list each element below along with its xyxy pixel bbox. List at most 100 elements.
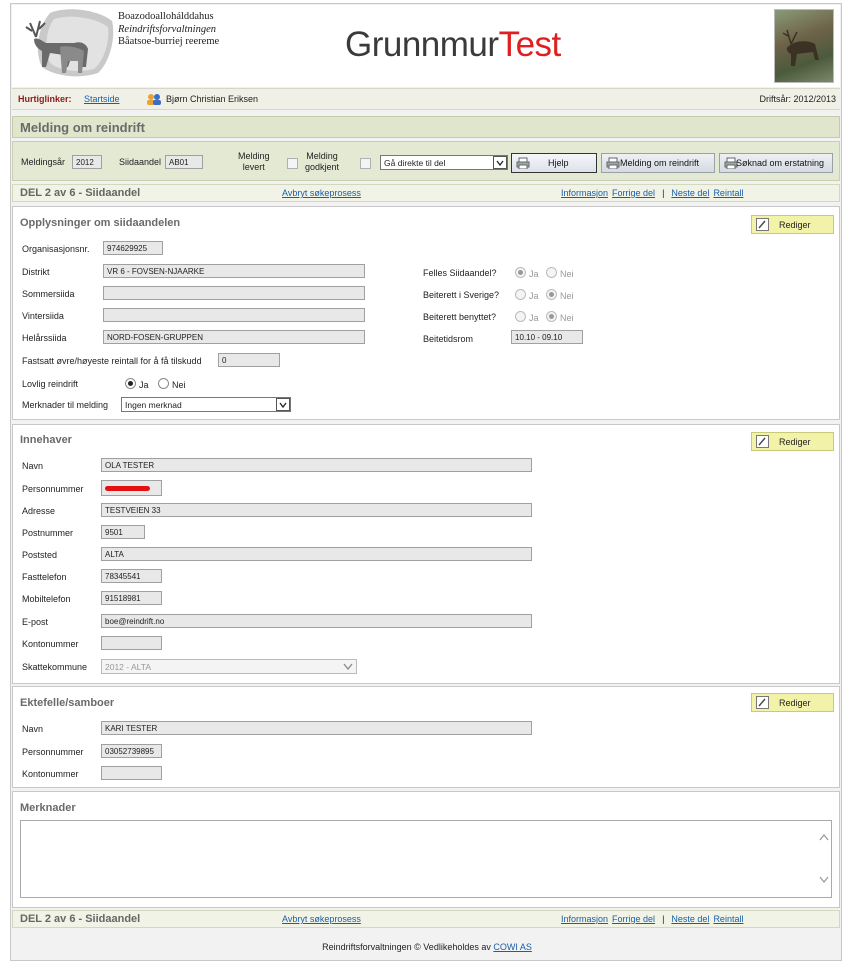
owner-email-label: E-post <box>22 617 49 627</box>
abort-link[interactable]: Avbryt søkeprosess <box>282 188 361 198</box>
owner-name-field[interactable] <box>101 458 532 472</box>
spouse-panel-title: Ektefelle/samboer <box>20 697 115 709</box>
owner-pnr-label: Personnummer <box>22 484 84 494</box>
district-label: Distrikt <box>22 267 50 277</box>
delivered-checkbox[interactable] <box>287 158 298 169</box>
reindeer-photo <box>774 9 834 83</box>
owner-mobile-field[interactable] <box>101 591 162 605</box>
spouse-account-label: Kontonummer <box>22 769 79 779</box>
report-toolbar: Meldingsår Siidaandel Meldinglevert Meld… <box>12 141 840 181</box>
legal-yes-radio[interactable] <box>125 378 136 389</box>
siida-panel: Opplysninger om siidaandelen Rediger Org… <box>12 206 840 420</box>
prev-link[interactable]: Forrige del <box>612 914 655 924</box>
edit-icon <box>756 696 769 709</box>
abort-link[interactable]: Avbryt søkeprosess <box>282 914 361 924</box>
reintall-link[interactable]: Reintall <box>713 188 743 198</box>
winter-siida-field[interactable] <box>103 308 365 322</box>
organization-name: Boazodoallohálddahus Reindriftsforvaltni… <box>118 11 219 49</box>
owner-account-field[interactable] <box>101 636 162 650</box>
quicklinks-bar: Hurtiglinker: Startside Bjørn Christian … <box>12 88 840 110</box>
year-label: Meldingsår <box>21 157 66 167</box>
sweden-yes-radio[interactable] <box>515 289 526 300</box>
user-name: Bjørn Christian Eriksen <box>166 94 259 104</box>
spouse-name-field[interactable] <box>101 721 532 735</box>
siida-panel-title: Opplysninger om siidaandelen <box>20 217 181 229</box>
common-yes-radio[interactable] <box>515 267 526 278</box>
info-link[interactable]: Informasjon <box>561 914 608 924</box>
sweden-grazing-label: Beiterett i Sverige? <box>423 290 500 300</box>
legal-herding-label: Lovlig reindrift <box>22 379 79 389</box>
reintall-link[interactable]: Reintall <box>713 914 743 924</box>
cowi-link[interactable]: COWI AS <box>493 942 532 952</box>
nav-separator: | <box>662 914 665 924</box>
used-yes-radio[interactable] <box>515 311 526 322</box>
reindeer-limit-label: Fastsatt øvre/høyeste reintall for å få … <box>22 356 202 366</box>
summer-siida-label: Sommersiida <box>22 289 75 299</box>
reindeer-limit-field[interactable] <box>218 353 280 367</box>
owner-phone-field[interactable] <box>101 569 162 583</box>
siida-edit-button[interactable]: Rediger <box>751 215 834 234</box>
org-number-field[interactable] <box>103 241 163 255</box>
owner-pnr-field[interactable] <box>101 480 162 496</box>
chevron-down-icon <box>493 156 507 169</box>
compensation-button[interactable]: Søknad om erstatning <box>719 153 833 173</box>
spouse-pnr-field[interactable] <box>101 744 162 758</box>
owner-zip-field[interactable] <box>101 525 145 539</box>
owner-address-label: Adresse <box>22 506 56 516</box>
legal-no-label: Nei <box>172 380 186 390</box>
info-link[interactable]: Informasjon <box>561 188 608 198</box>
org-line-2: Reindriftsforvaltningen <box>118 23 216 35</box>
owner-address-field[interactable] <box>101 503 532 517</box>
year-field[interactable] <box>72 155 102 169</box>
used-no-radio[interactable] <box>546 311 557 322</box>
goto-section-select[interactable]: Gå direkte til del <box>380 155 508 170</box>
yearround-siida-label: Helårssiida <box>22 333 67 343</box>
scroll-up-icon[interactable] <box>819 833 829 843</box>
spouse-edit-button[interactable]: Rediger <box>751 693 834 712</box>
spouse-panel: Ektefelle/samboer Rediger Navn Personnum… <box>12 686 840 788</box>
grazing-period-field[interactable] <box>511 330 583 344</box>
next-link[interactable]: Neste del <box>671 914 709 924</box>
share-field[interactable] <box>165 155 203 169</box>
nav-links: Informasjon Forrige del | Neste del Rein… <box>561 188 743 198</box>
common-no-radio[interactable] <box>546 267 557 278</box>
edit-icon <box>756 218 769 231</box>
goto-select-value: Gå direkte til del <box>384 157 446 168</box>
common-yes-label: Ja <box>529 269 539 279</box>
delivered-label-1: Melding <box>238 151 270 161</box>
remarks-select[interactable]: Ingen merknad <box>121 397 291 412</box>
common-share-label: Felles Siidaandel? <box>423 268 497 278</box>
owner-city-field[interactable] <box>101 547 532 561</box>
approved-label-2: godkjent <box>305 162 340 172</box>
owner-edit-button[interactable]: Rediger <box>751 432 834 451</box>
district-field[interactable] <box>103 264 365 278</box>
section-nav-bottom: DEL 2 av 6 - Siidaandel Avbryt søkeprose… <box>12 910 840 928</box>
prev-link[interactable]: Forrige del <box>612 188 655 198</box>
next-link[interactable]: Neste del <box>671 188 709 198</box>
approved-checkbox[interactable] <box>360 158 371 169</box>
legal-no-radio[interactable] <box>158 378 169 389</box>
yearround-siida-field[interactable] <box>103 330 365 344</box>
tax-municipality-label: Skattekommune <box>22 662 88 672</box>
users-icon <box>147 94 161 105</box>
owner-city-label: Poststed <box>22 550 58 560</box>
help-button[interactable]: Hjelp <box>511 153 597 173</box>
scroll-down-icon[interactable] <box>819 875 829 885</box>
page-container: Boazodoallohálddahus Reindriftsforvaltni… <box>10 3 842 961</box>
footer: Reindriftsforvaltningen © Vedlikeholdes … <box>11 942 843 952</box>
owner-panel-title: Innehaver <box>20 434 72 446</box>
report-button[interactable]: Melding om reindrift <box>601 153 715 173</box>
spouse-account-field[interactable] <box>101 766 162 780</box>
grazing-used-label: Beiterett benyttet? <box>423 312 497 322</box>
delivered-label-2: levert <box>242 162 265 172</box>
startside-link[interactable]: Startside <box>84 94 120 104</box>
section-nav-top: DEL 2 av 6 - Siidaandel Avbryt søkeprose… <box>12 184 840 202</box>
section-heading: DEL 2 av 6 - Siidaandel <box>20 187 141 199</box>
tax-municipality-value: 2012 - ALTA <box>105 661 151 672</box>
summer-siida-field[interactable] <box>103 286 365 300</box>
notes-textarea[interactable] <box>20 820 832 898</box>
spouse-pnr-label: Personnummer <box>22 747 84 757</box>
tax-municipality-select[interactable]: 2012 - ALTA <box>101 659 357 674</box>
owner-email-field[interactable] <box>101 614 532 628</box>
sweden-no-radio[interactable] <box>546 289 557 300</box>
